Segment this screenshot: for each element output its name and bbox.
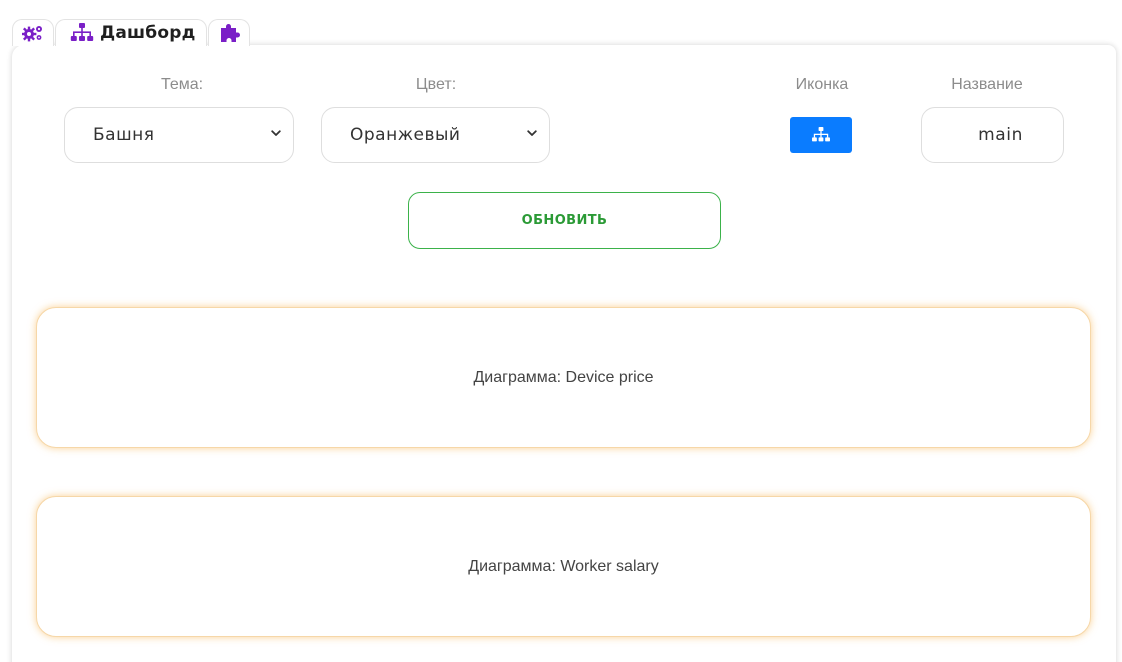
sitemap-icon [812, 127, 830, 142]
color-label: Цвет: [415, 76, 457, 93]
dashboard-settings-card: Тема: Башня Цвет: Оранжевый Иконка Назва… [12, 45, 1116, 662]
tab-settings[interactable] [12, 19, 54, 46]
tab-dashboard-label: Дашборд [100, 23, 196, 43]
page: Дашборд Тема: Башня Цвет: Оранжевый Икон… [0, 0, 1122, 662]
chevron-down-icon [527, 130, 537, 136]
puzzle-icon [221, 24, 240, 42]
chart-card-device-price[interactable]: Диаграмма: Device price [36, 307, 1091, 448]
theme-label: Тема: [160, 76, 204, 93]
gears-icon [22, 26, 42, 42]
icon-picker-button[interactable] [790, 117, 852, 153]
update-button[interactable]: ОБНОВИТЬ [408, 192, 721, 249]
chart-title: Диаграмма: Device price [473, 368, 654, 386]
sitemap-icon [70, 23, 94, 41]
tab-dashboard[interactable]: Дашборд [55, 19, 207, 46]
name-label: Название [951, 76, 1023, 93]
theme-select-value: Башня [93, 125, 155, 145]
name-input[interactable]: main [921, 107, 1064, 163]
chevron-down-icon [271, 130, 281, 136]
theme-select[interactable]: Башня [64, 107, 294, 163]
chart-card-worker-salary[interactable]: Диаграмма: Worker salary [36, 496, 1091, 637]
tab-plugins[interactable] [208, 19, 250, 46]
color-select[interactable]: Оранжевый [321, 107, 550, 163]
color-select-value: Оранжевый [350, 125, 461, 145]
chart-title: Диаграмма: Worker salary [468, 557, 659, 575]
tab-bar: Дашборд [12, 18, 251, 46]
icon-label: Иконка [795, 76, 849, 93]
